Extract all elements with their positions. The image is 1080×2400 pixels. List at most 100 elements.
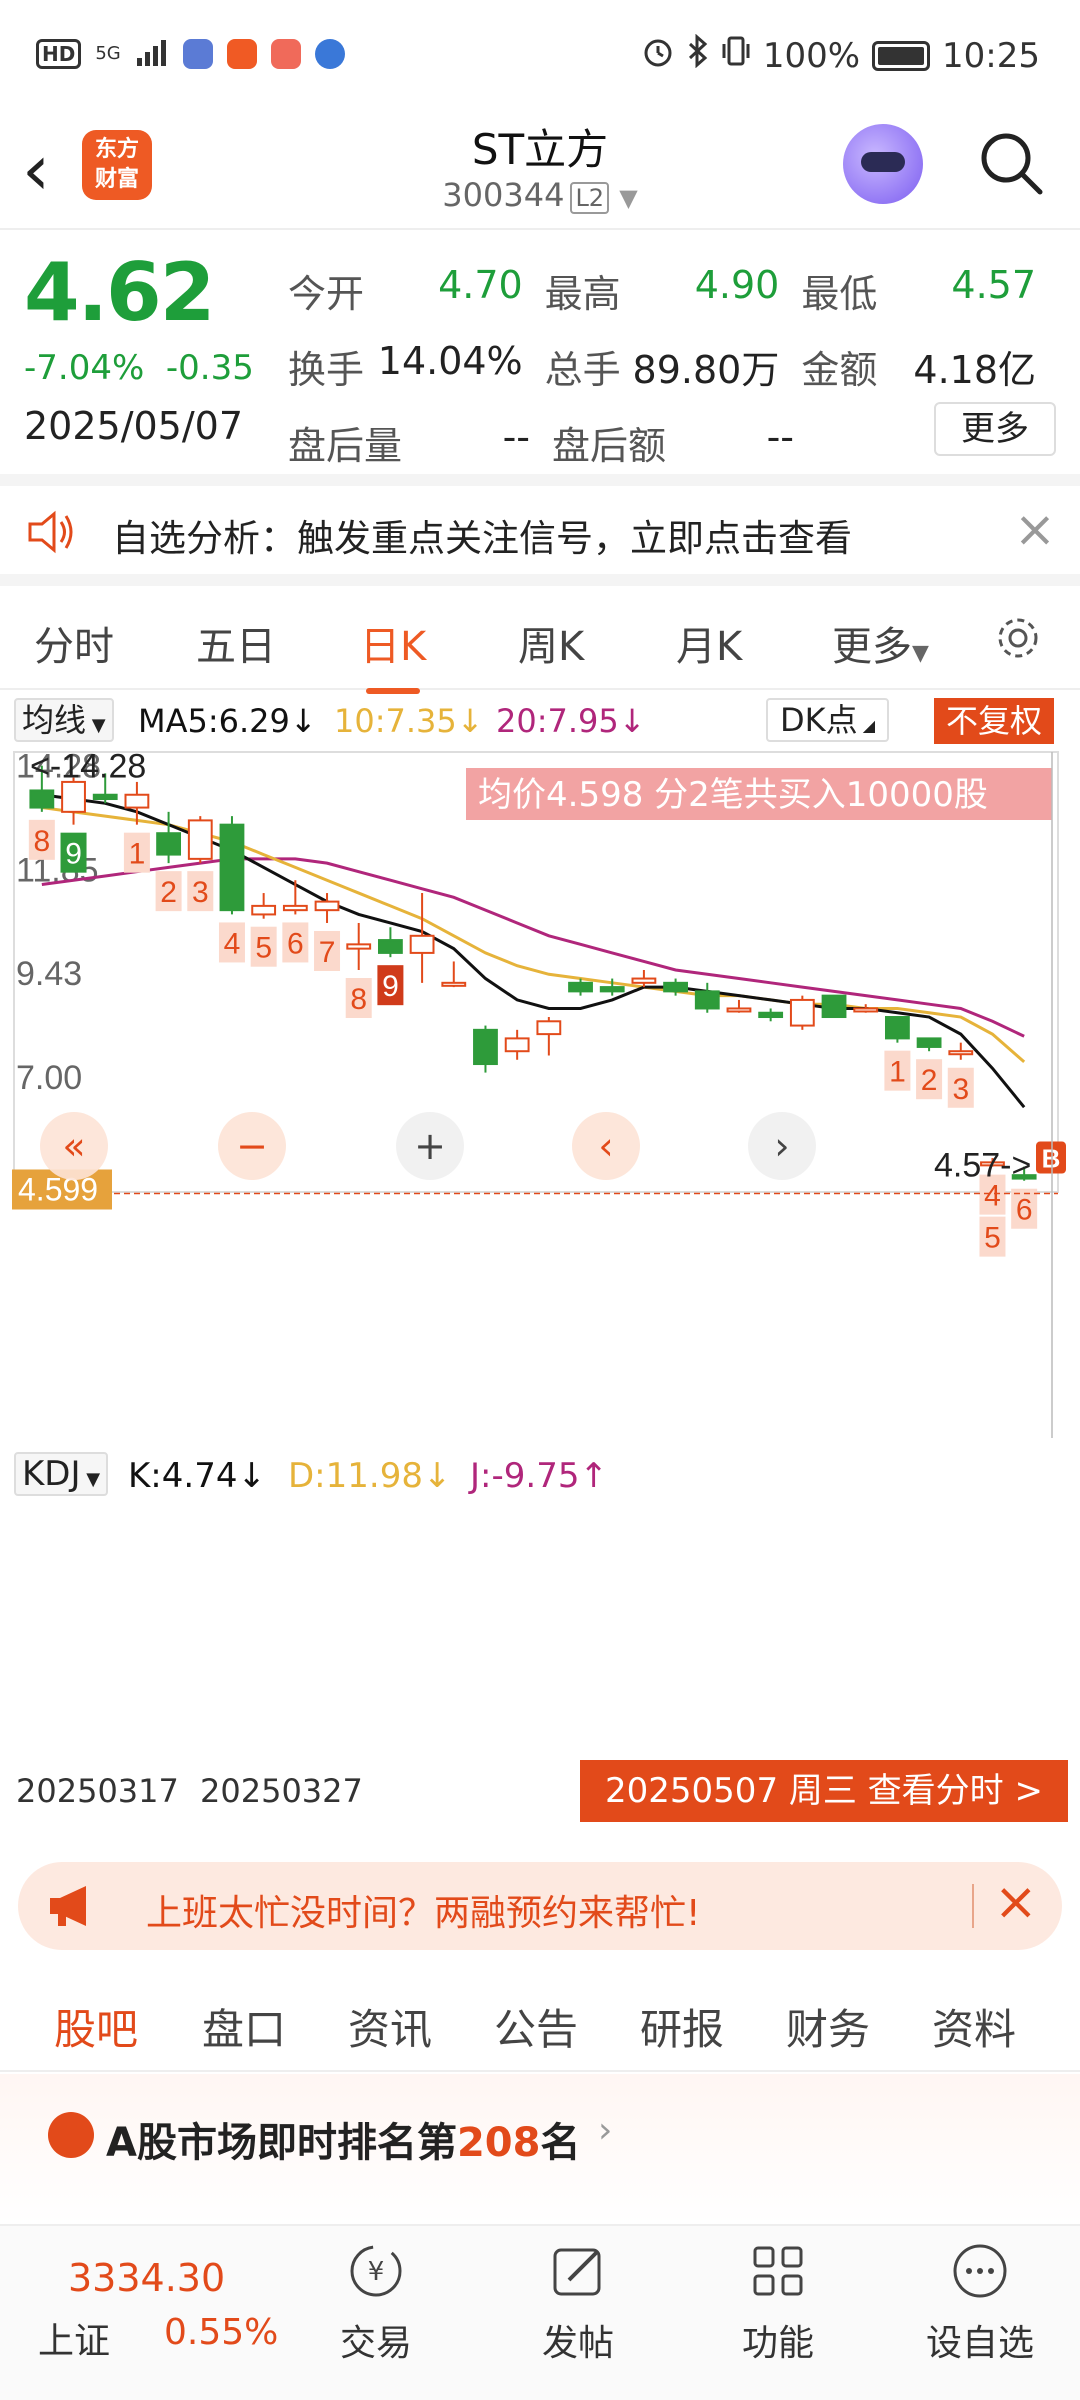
ma10-text: 10:7.35: [334, 702, 457, 740]
kdj-legend-row: KDJ ▼ K:4.74↓ D:11.98↓ J:-9.75↑: [0, 1448, 1080, 1502]
rank-text: A股市场即时排名第208名: [106, 2110, 580, 2168]
view-intraday-button[interactable]: 20250507 周三 查看分时 >: [580, 1760, 1068, 1822]
nav-watchlist-label: 设自选: [925, 2323, 1034, 2364]
tab-intraday[interactable]: 分时: [34, 614, 114, 672]
search-icon[interactable]: [978, 130, 1044, 196]
candle-body: [504, 1037, 530, 1053]
candle-body: [409, 934, 435, 954]
tab-more-label: 更多: [832, 624, 912, 670]
tab-news[interactable]: 资讯: [348, 1996, 432, 2057]
quote-row: 换手 14.04% 总手 89.80万 金额 4.18亿: [288, 328, 1058, 404]
nav-function[interactable]: 功能: [708, 2240, 848, 2366]
speaker-icon: [26, 510, 76, 554]
margin-promo-banner[interactable]: 上班太忙没时间？两融预约来帮忙! ×: [18, 1862, 1062, 1950]
down-arrow-icon: ↓: [237, 1456, 266, 1496]
kline-svg[interactable]: 14.2811.859.437.00均价4.598 分2笔共买入10000股8 9…: [0, 748, 1080, 1438]
alert-text: 自选分析：触发重点关注信号，立即点击查看: [112, 517, 852, 560]
battery-icon: [872, 40, 931, 71]
divider: [972, 1884, 974, 1928]
candle-body: [219, 823, 245, 912]
bottom-nav: 3334.30 上证 0.55% ¥ 交易 发帖 功能 设自选: [0, 2224, 1080, 2400]
tab-guba[interactable]: 股吧: [54, 1996, 138, 2081]
indicator-selector[interactable]: 均线 ▼: [14, 698, 114, 742]
chart-period-tabs: 分时 五日 日K 周K 月K 更多▼: [0, 586, 1080, 694]
corner-triangle-icon: ◢: [857, 716, 876, 735]
candle-body: [156, 832, 182, 856]
quote-value: --: [766, 414, 794, 459]
y-tick-label: 7.00: [16, 1059, 82, 1097]
sequence-marker: 9: [382, 970, 399, 1003]
candle-body: [29, 789, 55, 809]
ma10-value: 10:7.35↓: [334, 702, 484, 740]
nav-function-label: 功能: [741, 2323, 814, 2364]
level2-badge: L2: [570, 182, 610, 214]
tab-daily-k[interactable]: 日K: [360, 614, 426, 694]
candle-body: [473, 1028, 498, 1066]
tab-monthly-k[interactable]: 月K: [676, 614, 742, 672]
ma5-value: MA5:6.29↓: [138, 702, 317, 740]
zoom-control-label: +: [414, 1124, 446, 1168]
sequence-marker: 6: [1016, 1194, 1033, 1227]
no-adjust-button[interactable]: 不复权: [934, 698, 1055, 744]
tab-weekly-k[interactable]: 周K: [518, 614, 584, 672]
tab-research[interactable]: 研报: [640, 1996, 724, 2057]
chevron-right-icon: ›: [598, 2110, 613, 2151]
candle-body: [124, 793, 150, 809]
candle-body: [251, 904, 277, 916]
kdj-d-value: D:11.98↓: [288, 1456, 451, 1496]
svg-text:¥: ¥: [368, 2257, 385, 2287]
kline-chart[interactable]: 14.28 11.85 9.43 7.00 均价4.598 分2笔共买入10000股 8 9…: [0, 748, 1080, 1438]
candle-body: [568, 981, 593, 993]
gear-icon[interactable]: [992, 612, 1044, 664]
sequence-marker: 9: [65, 838, 82, 871]
function-icon: [747, 2240, 809, 2302]
dk-point-label: DK点: [780, 701, 858, 739]
info-tabs: 股吧 盘口 资讯 公告 研报 财务 资料: [0, 1976, 1080, 2081]
paper-app-icon: [226, 39, 257, 69]
buy-banner-text: 均价4.598 分2笔共买入10000股: [478, 775, 988, 815]
tab-announcement[interactable]: 公告: [494, 1996, 578, 2057]
down-arrow-icon: ↓: [422, 1456, 452, 1496]
sequence-marker: 7: [319, 936, 336, 969]
nav-trade[interactable]: ¥ 交易: [306, 2240, 446, 2366]
nav-watchlist[interactable]: 设自选: [910, 2240, 1050, 2366]
quote-cell-amount: 金额 4.18亿: [801, 339, 1058, 394]
close-icon[interactable]: ×: [1014, 500, 1056, 558]
sequence-marker: 2: [921, 1064, 938, 1097]
tab-more[interactable]: 更多▼: [832, 614, 929, 672]
market-rank-card[interactable]: A股市场即时排名第208名 ›: [0, 2074, 1080, 2224]
close-icon[interactable]: ×: [994, 1872, 1038, 1932]
more-quote-button[interactable]: 更多: [934, 402, 1056, 456]
candle-body: [663, 981, 689, 993]
tab-five-day[interactable]: 五日: [196, 614, 276, 672]
candle-body: [282, 904, 308, 912]
kdj-selector[interactable]: KDJ ▼: [14, 1452, 109, 1496]
tab-finance[interactable]: 财务: [786, 1996, 870, 2057]
sequence-marker: 8: [350, 983, 367, 1016]
quote-value: 4.18亿: [913, 347, 1037, 392]
nav-trade-label: 交易: [339, 2323, 412, 2364]
tab-pankou[interactable]: 盘口: [202, 1996, 286, 2057]
analysis-alert-bar[interactable]: 自选分析：触发重点关注信号，立即点击查看 ×: [0, 474, 1080, 586]
quote-label: 盘后量: [288, 423, 403, 468]
dk-point-button[interactable]: DK点 ◢: [766, 698, 890, 742]
nav-post[interactable]: 发帖: [508, 2240, 648, 2366]
bluetooth-icon: [687, 33, 709, 77]
quote-label: 换手: [288, 347, 365, 392]
post-icon: [547, 2240, 609, 2302]
quote-label: 今开: [288, 271, 365, 316]
sequence-marker: 5: [984, 1222, 1001, 1255]
candle-body: [694, 990, 720, 1010]
ma20-text: 20:7.95: [496, 702, 619, 740]
tab-profile[interactable]: 资料: [932, 1996, 1016, 2057]
candle-body: [916, 1037, 942, 1048]
promo-text: 上班太忙没时间？两融预约来帮忙!: [146, 1893, 701, 1934]
nav-post-label: 发帖: [541, 2323, 614, 2364]
ma-legend-row: 均线 ▼ MA5:6.29↓ 10:7.35↓ 20:7.95↓ DK点 ◢ 不…: [0, 692, 1080, 748]
quote-cell-high: 最高 4.90: [545, 263, 802, 318]
kdj-d-text: D:11.98: [288, 1456, 423, 1496]
sequence-marker: 3: [192, 876, 209, 909]
ai-robot-icon[interactable]: [843, 124, 923, 204]
candle-body: [61, 780, 86, 813]
quote-label: 最低: [801, 271, 878, 316]
